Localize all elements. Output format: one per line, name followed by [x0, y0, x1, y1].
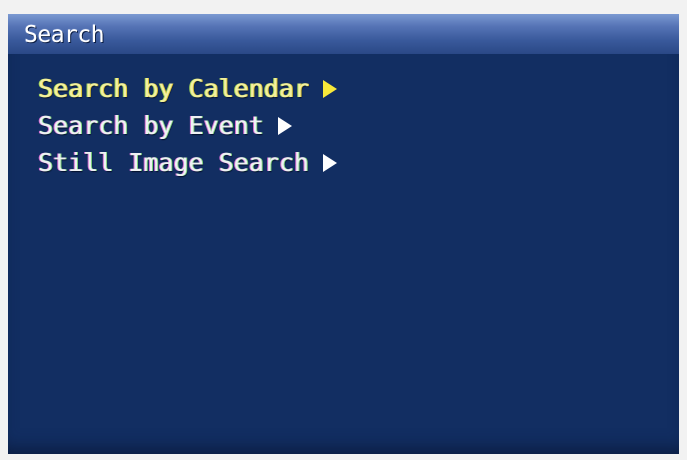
menu-item-label: Still Image Search — [38, 148, 309, 177]
title-bar: Search — [8, 14, 679, 54]
menu-item-still-image-search[interactable]: Still Image Search — [38, 144, 337, 181]
search-menu: Search by Calendar Search by Event Still… — [38, 70, 337, 181]
window-title: Search — [24, 22, 105, 48]
menu-item-label: Search by Calendar — [38, 74, 309, 103]
menu-item-label: Search by Event — [38, 111, 264, 140]
search-menu-screen: Search Search by Calendar Search by Even… — [8, 14, 679, 454]
menu-item-search-by-calendar[interactable]: Search by Calendar — [38, 70, 337, 107]
submenu-arrow-icon — [277, 116, 292, 135]
menu-item-search-by-event[interactable]: Search by Event — [38, 107, 337, 144]
submenu-arrow-icon — [322, 153, 337, 172]
submenu-arrow-icon — [322, 79, 337, 98]
